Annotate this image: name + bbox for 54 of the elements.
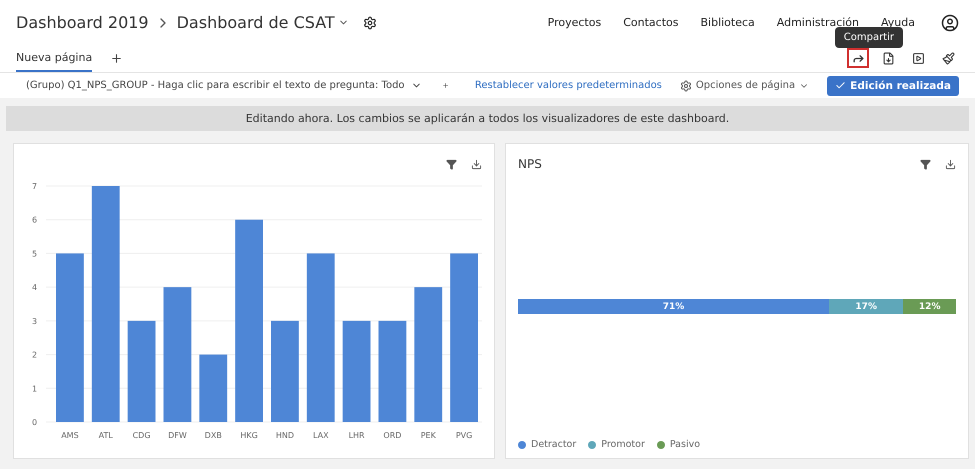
editing-banner: Editando ahora. Los cambios se aplicarán a todos los visualizadores de este dashboard. — [6, 106, 969, 131]
breadcrumb-item[interactable]: Dashboard 2019 — [16, 13, 149, 32]
card-title: NPS — [518, 157, 542, 171]
breadcrumb-item[interactable]: Dashboard de CSAT — [176, 13, 335, 32]
bar — [199, 354, 228, 422]
bar-segment: 12% — [903, 299, 956, 314]
filter-dropdown[interactable]: (Grupo) Q1_NPS_GROUP - Haga clic para escribir el texto de pregunta: Todo — [26, 80, 422, 92]
page-tab[interactable]: Nueva página — [16, 51, 92, 72]
axis-label: 2 — [32, 350, 38, 360]
axis-label: HKG — [240, 431, 258, 440]
axis-label: AMS — [61, 431, 79, 440]
reset-link[interactable]: Restablecer valores predeterminados — [474, 80, 662, 92]
axis-label: PVG — [456, 431, 472, 440]
bar-segment: 71% — [518, 299, 829, 314]
axis-label: 4 — [32, 283, 38, 292]
axis-label: 0 — [32, 418, 38, 427]
share-button[interactable] — [847, 48, 869, 68]
user-icon[interactable] — [941, 14, 959, 32]
filter-icon[interactable] — [920, 158, 931, 170]
file-download-icon — [882, 52, 894, 65]
axis-label: 7 — [32, 182, 38, 191]
nav-link[interactable]: Ayuda — [881, 16, 915, 30]
legend-item: Promotor — [588, 439, 645, 450]
axis-label: 3 — [32, 316, 38, 326]
nav-link[interactable]: Proyectos — [548, 16, 602, 30]
legend-item: Pasivo — [656, 439, 700, 450]
axis-label: DFW — [168, 431, 187, 440]
nav-link[interactable]: Biblioteca — [700, 16, 755, 30]
axis-label: 6 — [32, 216, 38, 225]
axis-label: PEK — [420, 431, 436, 440]
axis-label: ATL — [98, 431, 113, 440]
axis-label: DXB — [204, 431, 222, 440]
axis-label: LAX — [312, 431, 329, 440]
axis-label: LHR — [348, 431, 365, 440]
brush-icon — [942, 52, 954, 65]
settings-icon — [680, 80, 692, 92]
axis-label: 1 — [32, 384, 38, 394]
tooltip: Compartir — [834, 27, 903, 48]
axis-label: ORD — [383, 431, 402, 440]
page-options-button[interactable]: Opciones de página — [674, 78, 816, 93]
axis-label: HND — [276, 431, 294, 440]
download-icon[interactable] — [471, 158, 482, 170]
settings-icon[interactable] — [362, 16, 377, 30]
bar-segment: 17% — [828, 299, 904, 314]
nav-link[interactable]: Administración — [776, 16, 860, 30]
axis-label: 5 — [32, 249, 38, 258]
done-button[interactable]: Edición realizada — [827, 76, 959, 96]
filter-icon[interactable] — [446, 158, 457, 170]
nav-link[interactable]: Contactos — [623, 16, 678, 30]
legend-item: Detractor — [518, 439, 576, 450]
play-icon — [912, 52, 924, 65]
download-icon[interactable] — [945, 158, 956, 170]
add-icon[interactable] — [110, 52, 124, 66]
axis-label: CDG — [132, 431, 151, 440]
